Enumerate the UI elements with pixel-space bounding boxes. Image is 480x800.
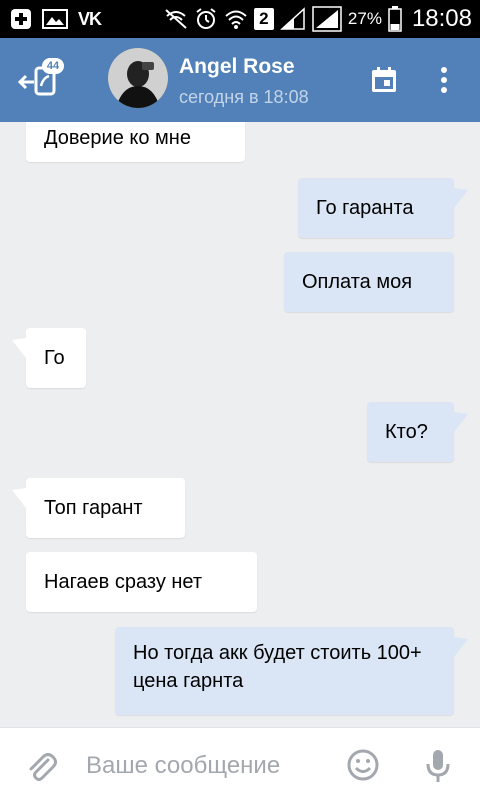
calendar-button[interactable] [366,62,402,98]
bubble-tail [12,479,26,509]
wifi-icon [224,8,248,30]
unread-badge: 44 [42,58,64,74]
signal-full-icon [312,6,342,32]
message-text: Кто? [385,421,428,443]
message-incoming[interactable]: Топ гарант [12,478,185,538]
more-menu-button[interactable] [432,62,456,98]
message-text: Доверие ко мне [44,127,191,149]
battery-icon [388,6,402,32]
message-text: Нагаев сразу нет [44,571,203,593]
message-incoming[interactable]: Доверие ко мне [26,122,245,162]
microphone-icon [426,750,450,782]
message-incoming[interactable]: Го [12,328,86,388]
message-input[interactable] [86,748,336,784]
bubble-tail [454,179,468,209]
sim-2-icon: 2 [253,8,274,30]
no-signal-icon [164,8,188,30]
chat-header: 44 Angel Rose сегодня в 18:08 [0,38,480,122]
clock: 18:08 [411,5,472,32]
vk-icon: VK [78,8,102,29]
alarm-icon [194,7,218,31]
message-incoming[interactable]: Нагаев сразу нет [26,552,257,612]
bubble-tail [12,329,26,359]
emoji-button[interactable] [346,748,380,782]
message-text: Оплата моя [302,271,413,293]
composer [0,727,480,800]
more-vertical-icon [441,67,447,93]
image-icon [42,8,68,30]
voice-message-button[interactable] [424,748,452,784]
contact-name[interactable]: Angel Rose [179,55,295,79]
bubble-tail [454,403,468,433]
status-bar: VK 2 27% 18:08 [0,0,480,38]
smile-icon [347,749,379,781]
paperclip-icon [29,753,57,781]
message-text: Но тогда акк будет стоить 100+ цена гарн… [133,642,422,692]
attach-button[interactable] [26,750,60,784]
message-outgoing[interactable]: Кто? [367,402,468,462]
message-text: Топ гарант [44,497,143,519]
message-text: Го гаранта [316,197,414,219]
message-outgoing[interactable]: Оплата моя [284,252,454,312]
avatar[interactable] [108,48,168,108]
plus-square-icon [10,8,32,30]
message-outgoing[interactable]: Го гаранта [298,178,468,238]
message-text: Го [44,347,65,369]
message-list[interactable]: Доверие ко мне Го гаранта Оплата моя Го … [0,122,480,727]
battery-percent: 27% [347,9,382,28]
message-outgoing[interactable]: Но тогда акк будет стоить 100+ цена гарн… [115,627,468,715]
contact-last-seen: сегодня в 18:08 [179,87,309,107]
bubble-tail [454,628,468,658]
calendar-icon [372,67,396,92]
signal-icon [279,7,306,31]
